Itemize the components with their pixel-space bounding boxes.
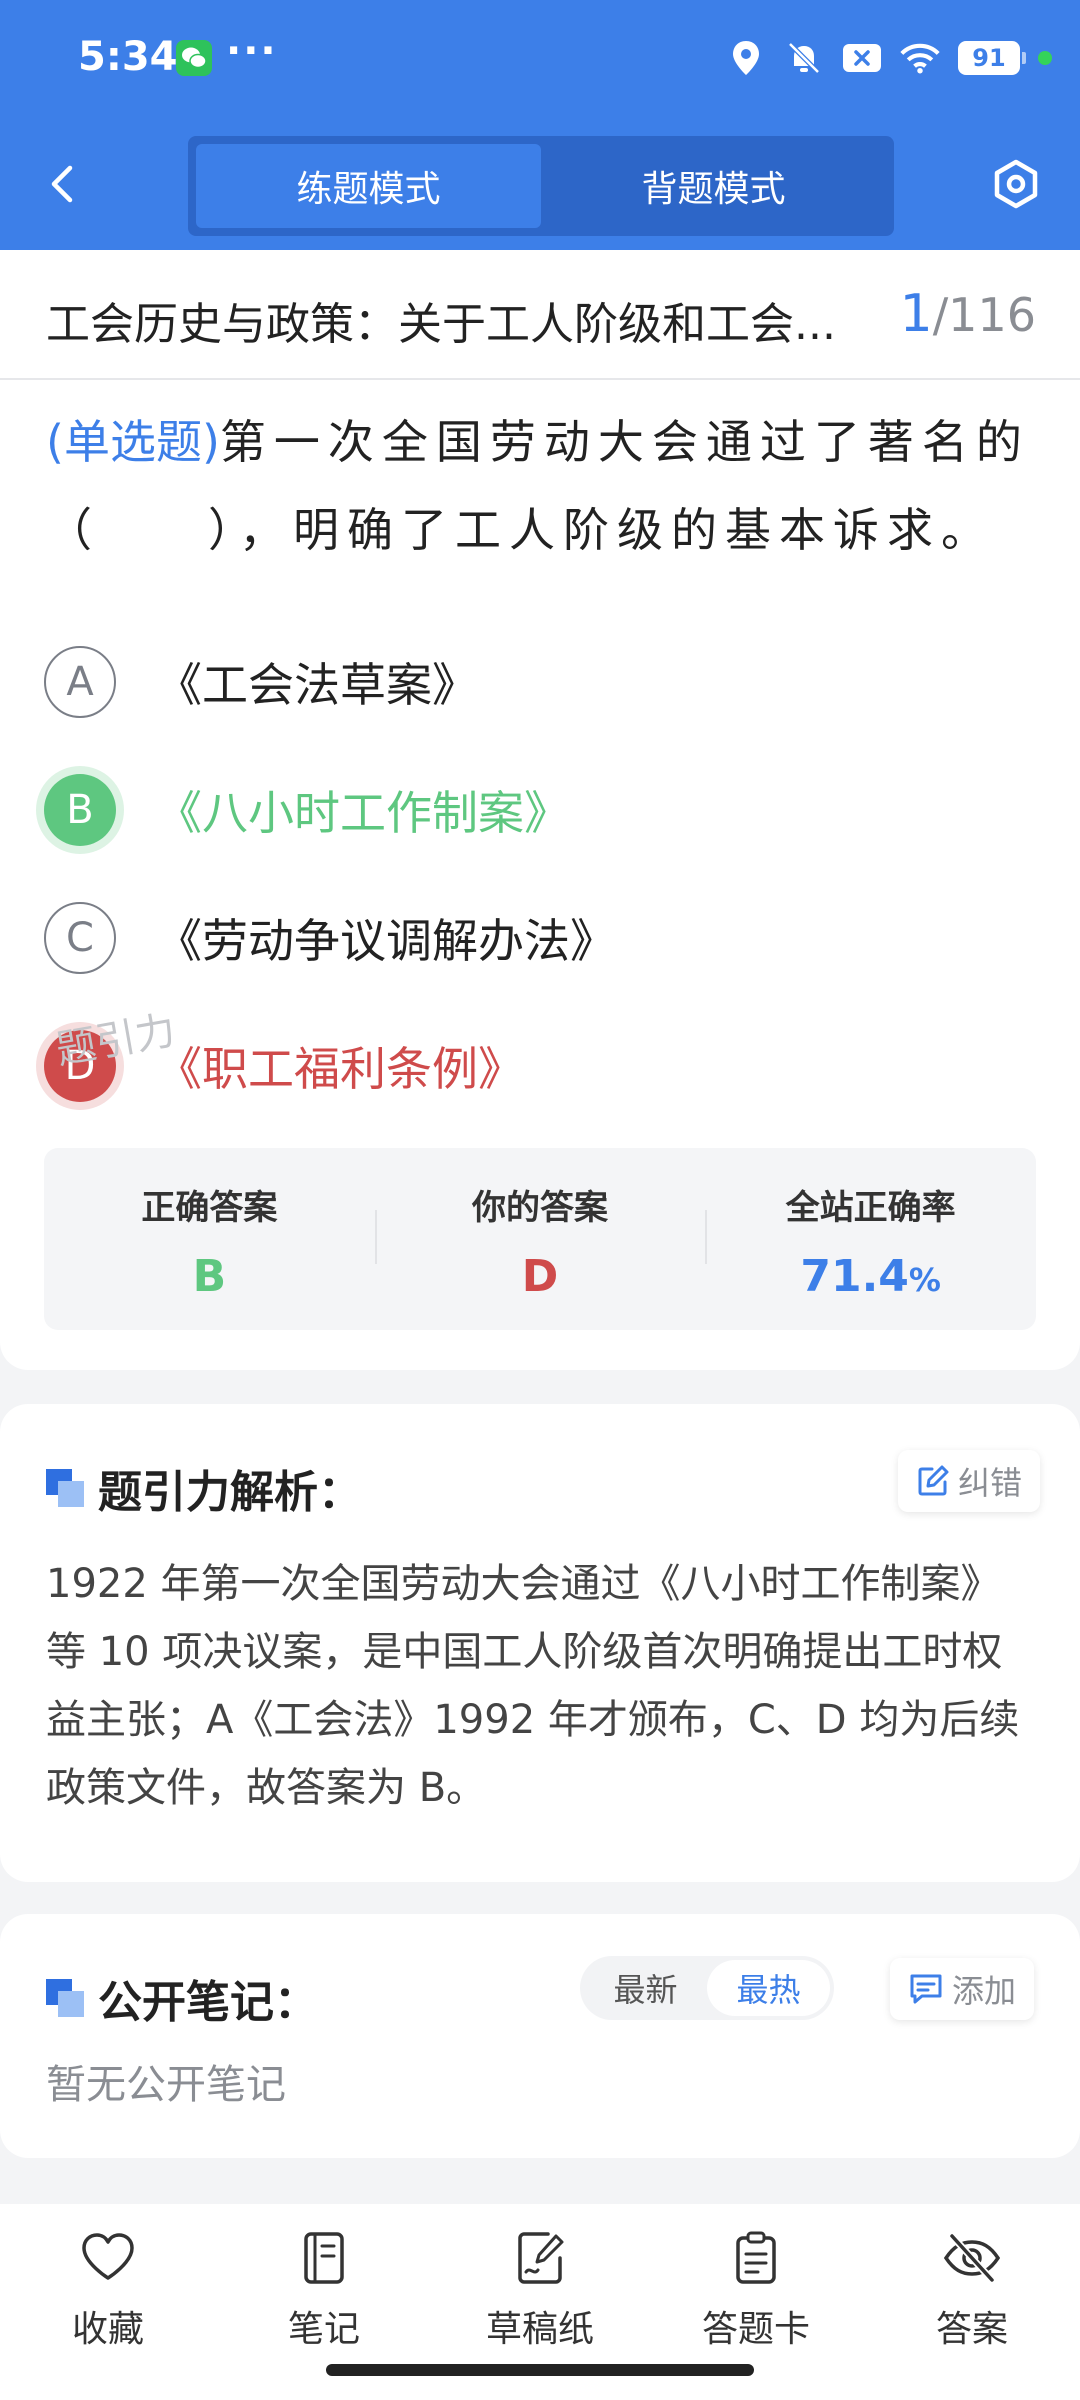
back-button[interactable]: [42, 160, 86, 208]
question-set-title: 工会历史与政策：关于工人阶级和工会...: [46, 299, 836, 350]
section-squares-icon: [46, 1979, 84, 2017]
your-answer-stat: 你的答案 D: [374, 1148, 706, 1330]
report-error-button[interactable]: 纠错: [898, 1450, 1041, 1512]
option-text: 《八小时工作制案》: [156, 786, 570, 840]
section-squares-icon: [46, 1469, 84, 1507]
sort-hot-button[interactable]: 最热: [707, 1960, 830, 2016]
status-bar: 5:34 ··· 91: [0, 0, 1080, 120]
home-indicator[interactable]: [326, 2364, 754, 2376]
analysis-title-text: 题引力解析：: [98, 1467, 362, 1518]
bell-off-icon: [784, 38, 824, 78]
notes-title: 公开笔记：: [46, 1966, 318, 2030]
question-title-row: 工会历史与政策：关于工人阶级和工会... 1/116: [0, 250, 1080, 380]
option-letter: A: [44, 646, 116, 718]
favorite-label: 收藏: [71, 2309, 144, 2350]
draft-paper-icon: [518, 2232, 564, 2284]
total-questions: /116: [932, 288, 1036, 342]
settings-button[interactable]: [990, 158, 1042, 210]
question-counter[interactable]: 1/116: [900, 284, 1036, 344]
heart-icon: [82, 2233, 134, 2280]
wifi-icon: [900, 38, 940, 78]
notes-sort-toggle: 最新 最热: [580, 1956, 834, 2020]
notes-empty-text: 暂无公开笔记: [46, 2062, 286, 2108]
answer-stats: 正确答案 B 你的答案 D 全站正确率 71.4%: [44, 1148, 1036, 1330]
status-icons: 91: [726, 36, 1052, 80]
question-text: (单选题)第一次全国劳动大会通过了著名的（ ），明确了工人阶级的基本诉求。: [46, 398, 1038, 574]
eye-off-icon: [943, 2233, 1001, 2283]
privacy-dot-icon: [1038, 51, 1052, 65]
tab-memorize-mode[interactable]: 背题模式: [541, 144, 886, 228]
accuracy-rate-value: 71.4%: [705, 1251, 1036, 1302]
report-error-label: 纠错: [958, 1464, 1023, 1502]
question-type-label: (单选题): [46, 415, 220, 469]
correct-answer-stat: 正确答案 B: [44, 1148, 375, 1330]
public-notes-card: 公开笔记： 最新 最热 添加 暂无公开笔记: [0, 1914, 1080, 2158]
show-answer-button[interactable]: 答案: [864, 2204, 1080, 2400]
analysis-title: 题引力解析：: [46, 1456, 362, 1520]
more-notifications-icon: ···: [226, 28, 278, 74]
analysis-card: 题引力解析： 纠错 1922 年第一次全国劳动大会通过《八小时工作制案》等 10…: [0, 1404, 1080, 1882]
current-question-number: 1: [899, 284, 933, 344]
notes-label: 笔记: [287, 2309, 360, 2350]
tab-practice-mode[interactable]: 练题模式: [196, 144, 541, 228]
add-note-label: 添加: [952, 1972, 1017, 2010]
your-answer-value: D: [521, 1251, 559, 1302]
sort-latest-button[interactable]: 最新: [584, 1960, 707, 2016]
answer-card-label: 答题卡: [701, 2309, 810, 2350]
chevron-left-icon: [51, 165, 73, 203]
notes-title-text: 公开笔记：: [98, 1977, 318, 2028]
accuracy-rate-unit: %: [908, 1261, 941, 1299]
option-text: 《职工福利条例》: [156, 1042, 524, 1096]
option-letter: B: [44, 774, 116, 846]
favorite-button[interactable]: 收藏: [0, 2204, 216, 2400]
app-header: 5:34 ··· 91 练题模式 背题模式: [0, 0, 1080, 250]
location-icon: [726, 38, 766, 78]
correct-answer-value: B: [192, 1251, 227, 1302]
your-answer-label: 你的答案: [472, 1188, 608, 1228]
accuracy-rate-label: 全站正确率: [785, 1188, 956, 1228]
show-answer-label: 答案: [935, 2309, 1008, 2350]
option-letter: C: [44, 902, 116, 974]
analysis-text: 1922 年第一次全国劳动大会通过《八小时工作制案》等 10 项决议案，是中国工…: [46, 1561, 1020, 1811]
wechat-icon: [176, 40, 212, 76]
draft-paper-label: 草稿纸: [485, 2309, 594, 2350]
option-c[interactable]: C 《劳动争议调解办法》: [44, 898, 616, 978]
option-b[interactable]: B 《八小时工作制案》: [44, 770, 570, 850]
accuracy-rate-number: 71.4: [800, 1251, 909, 1302]
edit-icon: [918, 1465, 949, 1496]
accuracy-rate-stat: 全站正确率 71.4%: [705, 1148, 1036, 1330]
correct-answer-label: 正确答案: [141, 1188, 278, 1228]
close-box-icon: [842, 38, 882, 78]
battery-indicator: 91: [958, 41, 1026, 75]
answer-card-icon: [736, 2231, 776, 2284]
comment-icon: [910, 1974, 942, 2004]
question-card: 工会历史与政策：关于工人阶级和工会... 1/116 (单选题)第一次全国劳动大…: [0, 250, 1080, 1370]
add-note-button[interactable]: 添加: [890, 1958, 1035, 2020]
mode-switch: 练题模式 背题模式: [188, 136, 894, 236]
notebook-icon: [304, 2232, 344, 2284]
option-text: 《工会法草案》: [156, 658, 478, 712]
option-a[interactable]: A 《工会法草案》: [44, 642, 478, 722]
settings-hexagon-icon: [994, 159, 1038, 209]
status-time: 5:34: [78, 34, 178, 80]
option-text: 《劳动争议调解办法》: [156, 914, 616, 968]
